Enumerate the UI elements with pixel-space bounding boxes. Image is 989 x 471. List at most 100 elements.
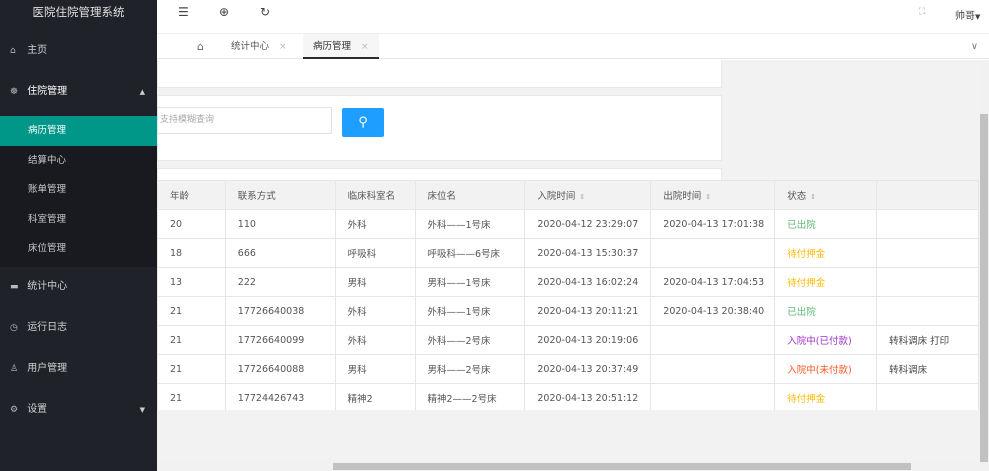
refresh-icon[interactable]: ↻	[260, 5, 270, 19]
col-status[interactable]: 状态 ⇕	[774, 180, 878, 210]
sidebar-item-inpatient[interactable]: ☸ 住院管理 ▲	[0, 72, 157, 112]
scroll-thumb[interactable]	[980, 114, 988, 462]
cell-status: 待付押金	[774, 238, 878, 268]
sidebar-item-settlement[interactable]: 结算中心	[0, 146, 157, 176]
app-title: 医院住院管理系统	[32, 5, 125, 19]
tab-bar: ⌂ 统计中心 × 病历管理 × ∨	[157, 33, 989, 59]
sidebar-item-settings[interactable]: ⚙ 设置 ▼	[0, 390, 157, 430]
cell-department: 呼吸科	[334, 238, 416, 268]
sidebar-item-label: 设置	[27, 404, 48, 415]
cell-admission: 2020-04-13 20:19:06	[524, 325, 652, 355]
cell-status: 入院中(已付款)	[774, 325, 878, 355]
sidebar-item-beds[interactable]: 床位管理	[0, 234, 157, 264]
user-menu[interactable]: 帅哥▼	[955, 7, 980, 22]
cell-department: 男科	[334, 354, 416, 384]
cell-status: 待付押金	[774, 383, 878, 410]
table-row: 21 17724426743 精神2 精神2——2号床 2020-04-13 20:51…	[157, 383, 979, 410]
close-icon[interactable]: ×	[361, 42, 369, 52]
home-tab-icon[interactable]: ⌂	[197, 34, 204, 59]
top-panel	[157, 60, 722, 88]
vertical-scrollbar[interactable]	[979, 60, 989, 471]
username: 帅哥	[955, 11, 975, 22]
cell-actions	[876, 296, 979, 326]
col-bed: 床位名	[414, 180, 526, 210]
col-admission[interactable]: 入院时间 ⇕	[524, 180, 652, 210]
col-department: 临床科室名	[334, 180, 416, 210]
cell-discharge	[650, 383, 776, 410]
cell-admission: 2020-04-13 16:02:24	[524, 267, 652, 297]
scroll-thumb[interactable]	[333, 463, 911, 470]
cell-contact: 666	[224, 238, 336, 268]
cell-discharge: 2020-04-13 17:01:38	[650, 209, 776, 239]
chevron-down-icon[interactable]: ∨	[971, 34, 978, 59]
cell-department: 男科	[334, 267, 416, 297]
cell-bed: 外科——1号床	[414, 209, 526, 239]
user-icon: ♙	[10, 364, 19, 374]
col-actions	[876, 180, 979, 210]
cell-contact: 222	[224, 267, 336, 297]
globe-icon[interactable]: ⊕	[219, 5, 229, 19]
sidebar-item-bills[interactable]: 账单管理	[0, 175, 157, 205]
cell-bed: 精神2——2号床	[414, 383, 526, 410]
cell-contact: 17726640038	[224, 296, 336, 326]
cell-actions	[876, 238, 979, 268]
chevron-down-icon: ▼	[139, 406, 145, 414]
cell-admission: 2020-04-13 20:11:21	[524, 296, 652, 326]
cell-age: 21	[157, 354, 226, 384]
sort-icon[interactable]: ⇕	[579, 193, 585, 201]
table-row: 21 17726640099 外科 外科——2号床 2020-04-13 20:19:0…	[157, 325, 979, 355]
cell-discharge: 2020-04-13 20:38:40	[650, 296, 776, 326]
cell-discharge	[650, 354, 776, 384]
sidebar-item-records[interactable]: 病历管理	[0, 116, 157, 146]
cell-age: 21	[157, 325, 226, 355]
cell-department: 外科	[334, 296, 416, 326]
cell-admission: 2020-04-13 20:51:12	[524, 383, 652, 410]
menu-fold-icon[interactable]: ☰	[178, 5, 189, 19]
cell-status: 已出院	[774, 296, 878, 326]
horizontal-scrollbar[interactable]	[157, 462, 979, 471]
sidebar-item-statistics[interactable]: ▬ 统计中心	[0, 267, 157, 307]
cell-age: 21	[157, 383, 226, 410]
sidebar-item-label: 用户管理	[27, 363, 68, 374]
home-icon: ⌂	[10, 46, 16, 56]
cell-contact: 17724426743	[224, 383, 336, 410]
tab-statistics[interactable]: 统计中心 ×	[231, 34, 287, 59]
tab-label: 统计中心	[231, 41, 270, 52]
inpatient-submenu: 病历管理 结算中心 账单管理 科室管理 床位管理	[0, 116, 157, 267]
cell-status: 待付押金	[774, 267, 878, 297]
sidebar-item-label: 住院管理	[27, 86, 68, 97]
tab-records[interactable]: 病历管理 ×	[303, 34, 379, 59]
inpatient-icon: ☸	[10, 87, 19, 97]
table-row: 21 17726640088 男科 男科——2号床 2020-04-13 20:37:4…	[157, 354, 979, 384]
cell-admission: 2020-04-13 15:30:37	[524, 238, 652, 268]
sidebar-item-logs[interactable]: ◷ 运行日志	[0, 308, 157, 348]
cell-actions[interactable]: 转科调床	[876, 354, 979, 384]
sidebar-item-home[interactable]: ⌂ 主页	[0, 31, 157, 71]
gear-icon: ⚙	[10, 405, 19, 415]
table-row: 20 110 外科 外科——1号床 2020-04-12 23:29:07 2020-04…	[157, 209, 979, 239]
cell-status: 已出院	[774, 209, 878, 239]
cell-department: 外科	[334, 325, 416, 355]
cell-admission: 2020-04-13 20:37:49	[524, 354, 652, 384]
sidebar-item-users[interactable]: ♙ 用户管理	[0, 349, 157, 389]
records-table: 年龄 联系方式 临床科室名 床位名 入院时间 ⇕ 出院时间 ⇕ 状态 ⇕ 20 110 外…	[157, 180, 979, 410]
cell-discharge: 2020-04-13 17:04:53	[650, 267, 776, 297]
cell-actions[interactable]: 转科调床 打印	[876, 325, 979, 355]
cell-contact: 110	[224, 209, 336, 239]
cell-age: 18	[157, 238, 226, 268]
search-button[interactable]: ⚲	[342, 108, 384, 137]
search-input[interactable]: 支持模糊查询	[157, 107, 332, 134]
cell-admission: 2020-04-12 23:29:07	[524, 209, 652, 239]
cell-discharge	[650, 238, 776, 268]
cell-bed: 呼吸科——6号床	[414, 238, 526, 268]
col-discharge[interactable]: 出院时间 ⇕	[650, 180, 776, 210]
close-icon[interactable]: ×	[279, 42, 287, 52]
sort-icon[interactable]: ⇕	[705, 193, 711, 201]
sort-icon[interactable]: ⇕	[810, 193, 816, 201]
sidebar-item-departments[interactable]: 科室管理	[0, 205, 157, 235]
fullscreen-icon[interactable]: ⛶	[919, 7, 925, 17]
cell-department: 精神2	[334, 383, 416, 410]
cell-actions	[876, 267, 979, 297]
cell-department: 外科	[334, 209, 416, 239]
tab-label: 病历管理	[313, 41, 352, 52]
